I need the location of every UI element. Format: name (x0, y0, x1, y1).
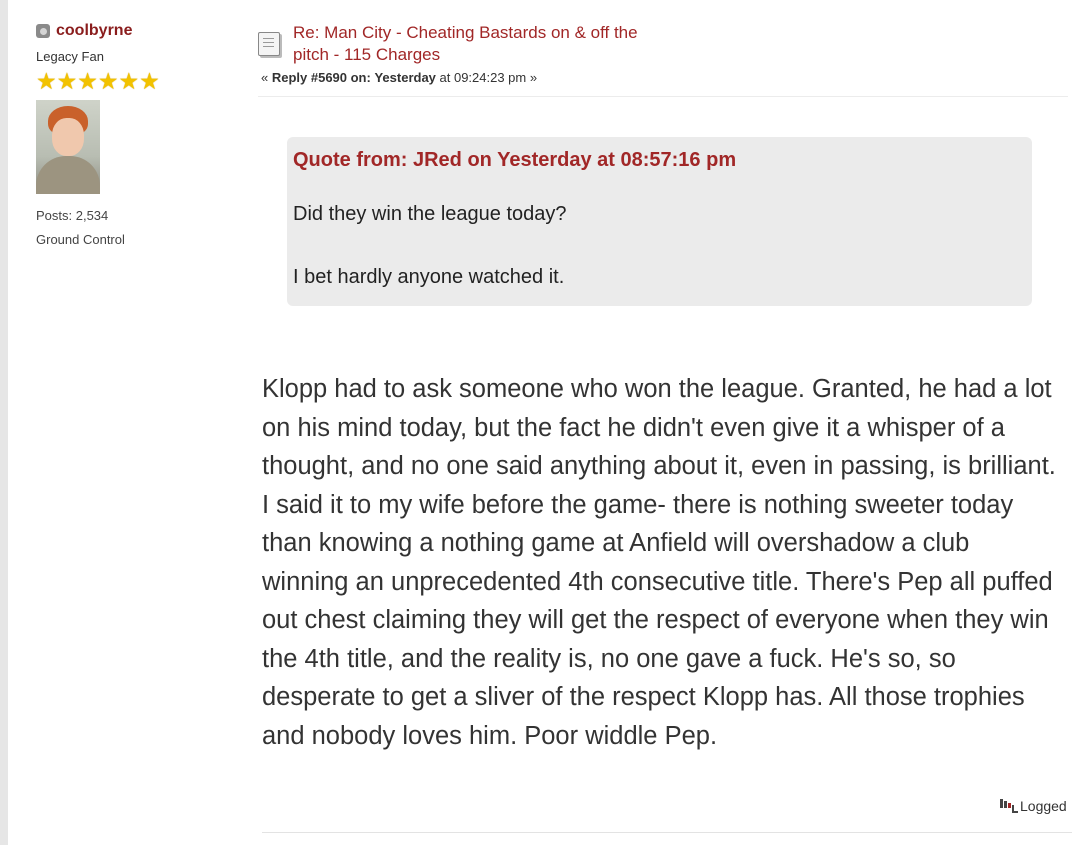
rank-star-icon: ★ (97, 68, 119, 94)
reply-day: Yesterday (374, 70, 436, 85)
rank-star-icon: ★ (118, 68, 140, 94)
forum-post: coolbyrne Legacy Fan ★ ★ ★ ★ ★ ★ Posts: 2,534… (8, 0, 1080, 845)
reply-prefix: « (261, 70, 272, 85)
post-count: Posts: 2,534 (36, 208, 109, 223)
member-rank: Legacy Fan (36, 49, 104, 64)
post-header: Re: Man City - Cheating Bastards on & of… (258, 22, 1068, 97)
ip-logged-icon (998, 798, 1018, 814)
quote-header-link[interactable]: Quote from: JRed on Yesterday at 08:57:1… (293, 149, 736, 172)
offline-status-icon (36, 24, 50, 38)
quote-block: Quote from: JRed on Yesterday at 08:57:1… (287, 137, 1032, 306)
rank-star-icon: ★ (77, 68, 98, 94)
reply-time: at 09:24:23 pm » (435, 70, 538, 85)
quote-text-line: Did they win the league today? (293, 203, 567, 225)
rank-star-icon: ★ (139, 68, 160, 94)
reply-info: « Reply #5690 on: Yesterday at 09:24:23 … (261, 70, 537, 85)
username-row: coolbyrne (36, 22, 236, 40)
reply-label: Reply #5690 on: (271, 70, 371, 85)
username-link[interactable]: coolbyrne (56, 22, 132, 40)
rank-stars: ★ ★ ★ ★ ★ ★ (36, 68, 236, 94)
document-icon (258, 32, 280, 56)
post-divider (262, 832, 1072, 833)
rank-star-icon: ★ (36, 68, 57, 94)
quote-text-line: I bet hardly anyone watched it. (293, 266, 565, 288)
avatar[interactable] (36, 100, 100, 194)
ip-logged: Logged (998, 798, 1067, 814)
member-location: Ground Control (36, 232, 125, 247)
rank-star-icon: ★ (56, 68, 78, 94)
poster-info: coolbyrne Legacy Fan ★ ★ ★ ★ ★ ★ Posts: 2,534… (36, 22, 236, 247)
post-body: Klopp had to ask someone who won the lea… (262, 375, 1056, 750)
logged-label: Logged (1020, 798, 1067, 814)
post-subject-link[interactable]: Re: Man City - Cheating Bastards on & of… (293, 22, 673, 66)
